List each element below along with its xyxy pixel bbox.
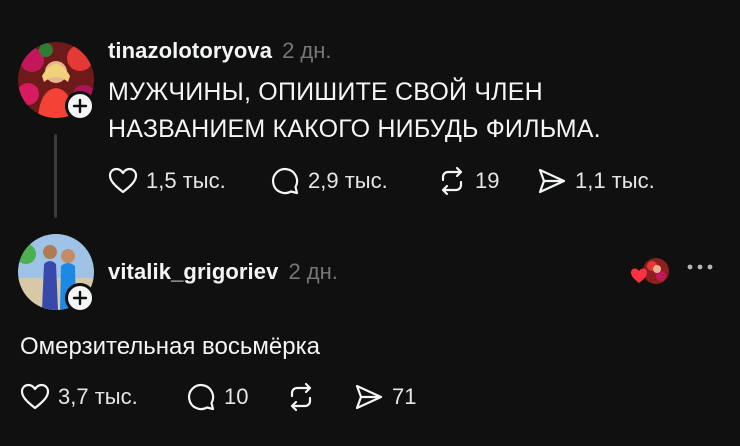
like-button[interactable]: 1,5 тыс. — [108, 166, 270, 196]
timestamp: 2 дн. — [282, 38, 332, 63]
paper-plane-icon — [355, 384, 383, 410]
username[interactable]: vitalik_grigoriev — [108, 259, 278, 285]
heart-icon — [631, 268, 647, 283]
reply-count: 10 — [224, 384, 249, 409]
repost-arrows-icon — [441, 166, 463, 196]
username[interactable]: tinazolotoryova — [108, 38, 272, 64]
speech-bubble-icon — [271, 167, 299, 195]
speech-bubble-icon — [187, 383, 215, 411]
follow-button[interactable] — [65, 283, 95, 313]
plus-icon — [72, 98, 88, 114]
liked-by-author — [630, 256, 672, 288]
reply-count: 2,9 тыс. — [308, 168, 388, 193]
share-count: 71 — [392, 384, 417, 409]
post-header: tinazolotoryova 2 дн. — [108, 38, 332, 64]
repost-count: 19 — [475, 168, 500, 193]
ellipsis-icon — [687, 264, 713, 270]
repost-button[interactable] — [286, 382, 354, 412]
thread-line — [54, 134, 57, 218]
like-count: 1,5 тыс. — [146, 168, 226, 193]
post-text-line: МУЖЧИНЫ, ОПИШИТЕ СВОЙ ЧЛЕН — [108, 78, 543, 106]
post-actions: 1,5 тыс. 2,9 тыс. 19 1,1 тыс. — [108, 166, 655, 196]
reply-text: Омерзительная восьмёрка — [20, 333, 320, 360]
reply-actions: 3,7 тыс. 10 71 — [20, 382, 416, 412]
reply-button[interactable]: 10 — [186, 382, 286, 412]
repost-button[interactable]: 19 — [437, 166, 537, 196]
post-text: МУЖЧИНЫ, ОПИШИТЕ СВОЙ ЧЛЕН НАЗВАНИЕМ КАК… — [108, 74, 601, 148]
plus-icon — [72, 290, 88, 306]
share-count: 1,1 тыс. — [575, 168, 655, 193]
more-options-button[interactable] — [683, 257, 717, 277]
heart-icon — [108, 167, 138, 194]
reply-header: vitalik_grigoriev 2 дн. — [108, 259, 338, 285]
paper-plane-icon — [538, 168, 566, 194]
repost-arrows-icon — [290, 382, 312, 412]
heart-icon — [20, 383, 50, 410]
timestamp: 2 дн. — [288, 259, 338, 284]
like-button[interactable]: 3,7 тыс. — [20, 382, 186, 412]
post-text-line: НАЗВАНИЕМ КАКОГО НИБУДЬ ФИЛЬМА. — [108, 115, 601, 143]
follow-button[interactable] — [65, 91, 95, 121]
like-count: 3,7 тыс. — [58, 384, 138, 409]
reply-button[interactable]: 2,9 тыс. — [270, 166, 437, 196]
share-button[interactable]: 1,1 тыс. — [537, 166, 655, 196]
share-button[interactable]: 71 — [354, 382, 416, 412]
